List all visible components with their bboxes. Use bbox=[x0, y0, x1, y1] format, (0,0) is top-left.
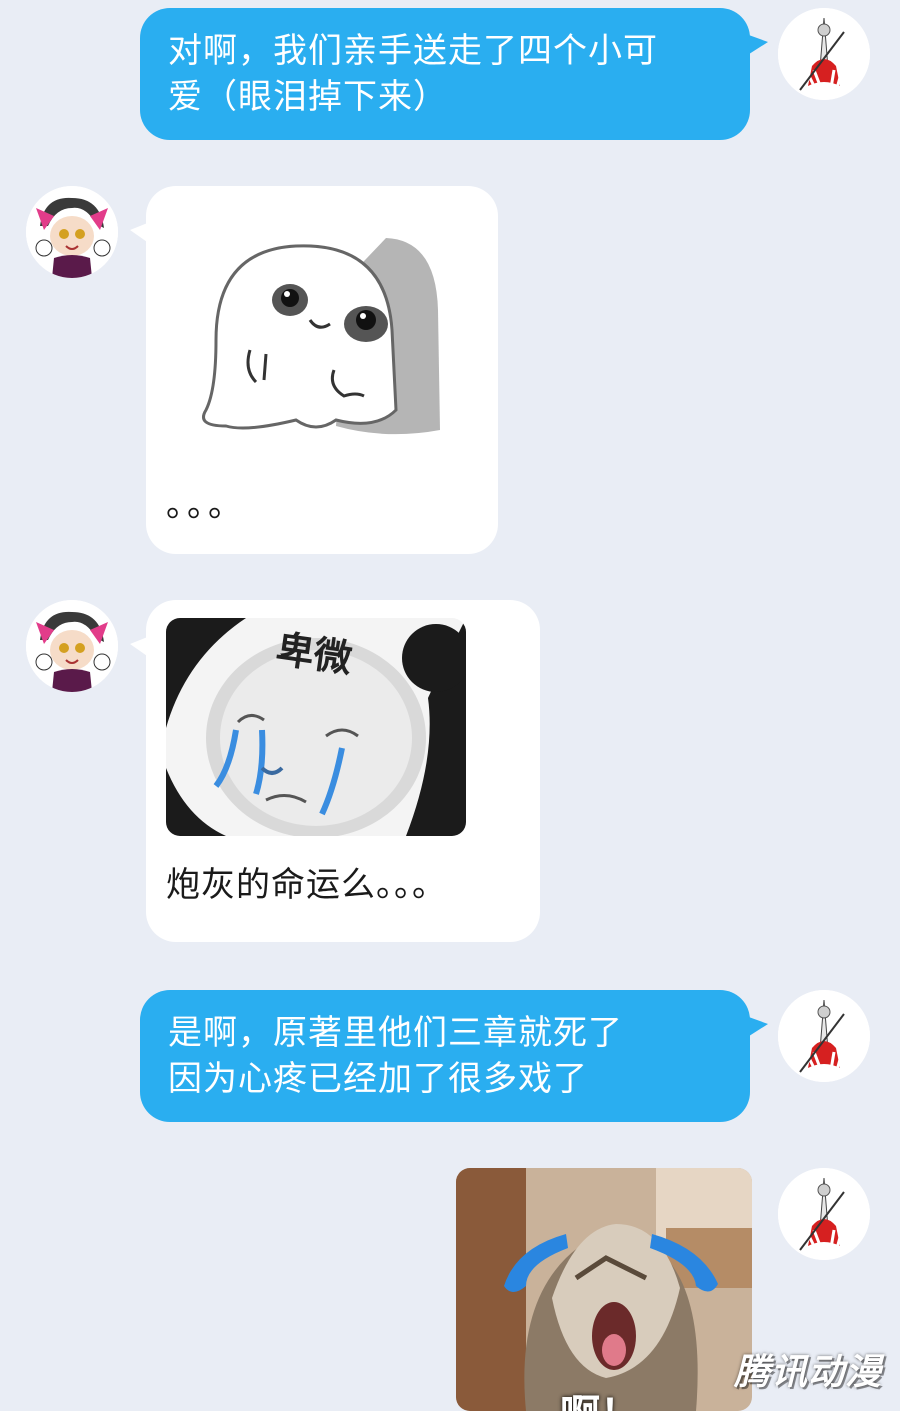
message-text: 对啊，我们亲手送走了四个小可 爱（眼泪掉下来） bbox=[168, 31, 658, 117]
bubble-tail bbox=[130, 222, 150, 244]
message-text: 是啊，原著里他们三章就死了 因为心疼已经加了很多戏了 bbox=[168, 1013, 623, 1099]
incoming-message-bubble[interactable]: 卑微 炮灰的命运么。。。 bbox=[130, 600, 540, 942]
panda-sticker[interactable]: 卑微 bbox=[166, 618, 466, 836]
contact-avatar[interactable] bbox=[26, 186, 118, 278]
outgoing-message-bubble[interactable]: 对啊，我们亲手送走了四个小可 爱（眼泪掉下来） bbox=[140, 8, 768, 140]
ghost-peeking-icon bbox=[202, 238, 440, 435]
crane-avatar-icon bbox=[778, 1168, 870, 1260]
crane-avatar-icon bbox=[778, 8, 870, 100]
message-text: 炮灰的命运么。。。 bbox=[166, 865, 447, 905]
sticker-caption: 啊！ bbox=[560, 1382, 640, 1411]
ghost-sticker[interactable] bbox=[186, 220, 456, 450]
bubble-tail bbox=[746, 34, 768, 56]
contact-avatar[interactable] bbox=[26, 600, 118, 692]
watermark: 腾讯动漫 bbox=[733, 1352, 882, 1393]
my-avatar[interactable] bbox=[778, 8, 870, 100]
bubble-tail bbox=[130, 636, 150, 658]
cat-sticker[interactable]: 啊！ bbox=[456, 1168, 752, 1411]
my-avatar[interactable] bbox=[778, 990, 870, 1082]
bubble-tail bbox=[746, 1016, 768, 1038]
anime-girl-avatar-icon bbox=[26, 600, 118, 692]
crying-cat-icon bbox=[456, 1168, 752, 1411]
my-avatar[interactable] bbox=[778, 1168, 870, 1260]
outgoing-message-bubble[interactable]: 是啊，原著里他们三章就死了 因为心疼已经加了很多戏了 bbox=[140, 990, 768, 1122]
anime-girl-avatar-icon bbox=[26, 186, 118, 278]
crane-avatar-icon bbox=[778, 990, 870, 1082]
message-text: 。。。 bbox=[166, 485, 246, 525]
incoming-message-bubble[interactable]: 。。。 bbox=[130, 186, 498, 554]
